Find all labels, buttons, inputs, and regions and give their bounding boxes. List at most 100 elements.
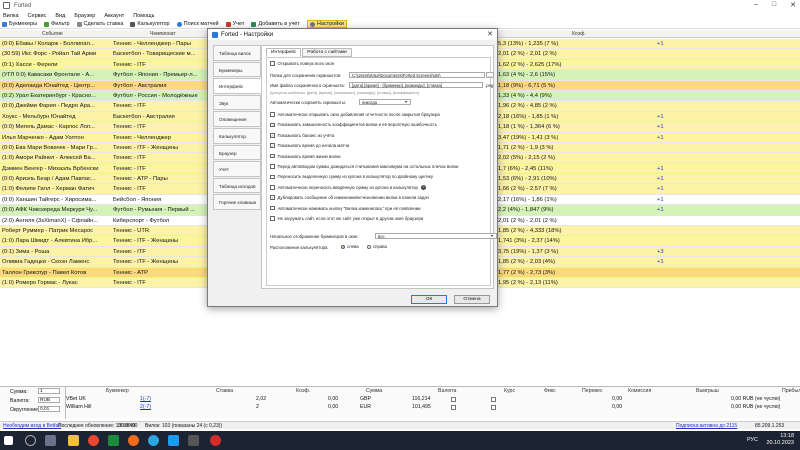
currency-value[interactable]: GBP <box>360 396 371 402</box>
task-view-icon[interactable] <box>45 435 56 446</box>
coefficients: 1,741 (3%) - 2,37 (14%) <box>498 238 560 245</box>
extra-forks-link[interactable]: +1 <box>657 197 664 203</box>
menu-item-view[interactable]: Вид <box>55 13 65 19</box>
option-checkbox[interactable]: Переносить выделенную сумму из купона в … <box>270 174 433 179</box>
coef-value[interactable]: 2,02 <box>256 396 266 402</box>
radio-right[interactable]: справа <box>367 244 387 249</box>
currency-select[interactable]: RUB <box>38 397 60 403</box>
folder-input[interactable]: C:\Users\Илья\Documents\Forted Screensho… <box>349 72 485 78</box>
firefox-icon[interactable] <box>128 435 139 446</box>
extra-forks-link[interactable]: +1 <box>657 135 664 141</box>
search-matches-button[interactable]: Поиск матчей <box>176 21 219 27</box>
tab-sites[interactable]: Работа с сайтами <box>302 48 352 57</box>
sum-value[interactable]: 0,00 <box>328 404 338 410</box>
language-indicator[interactable]: РУС <box>747 437 758 443</box>
settings-button[interactable]: Настройки <box>306 20 347 28</box>
settings-nav-item[interactable]: Учёт <box>213 161 261 177</box>
app-icon-blue[interactable] <box>168 435 179 446</box>
telegram-icon[interactable] <box>148 435 159 446</box>
app-icon-green[interactable] <box>108 435 119 446</box>
settings-nav-item[interactable]: Оповещения <box>213 111 261 127</box>
extra-forks-link[interactable]: +1 <box>657 124 664 130</box>
menu-item-help[interactable]: Помощь <box>133 13 154 19</box>
calc-checkbox[interactable] <box>451 405 456 410</box>
radio-left[interactable]: слева <box>341 244 359 249</box>
settings-nav-item[interactable]: Браузер <box>213 144 261 161</box>
bookmakers-button[interactable]: Букмекеры <box>2 21 37 27</box>
extra-forks-link[interactable]: +1 <box>657 259 664 265</box>
option-label: Не загружать сайт, если этот же сайт уже… <box>277 216 424 221</box>
sum-input[interactable]: 1 <box>38 388 60 394</box>
clock[interactable]: 13:18 20.10.2023 <box>766 433 794 447</box>
start-icon[interactable] <box>4 436 13 445</box>
settings-nav-item[interactable]: Калькулятор <box>213 127 261 144</box>
menu-item-browser[interactable]: Браузер <box>74 13 95 19</box>
settings-nav-item[interactable]: Звук <box>213 94 261 111</box>
initial-display-select[interactable]: все <box>375 233 497 239</box>
search-icon <box>176 21 182 27</box>
menu-item-service[interactable]: Сервис <box>28 13 47 19</box>
cancel-button[interactable]: Отмена <box>454 295 490 304</box>
col-coef[interactable]: Коэф. <box>572 31 586 37</box>
col-event[interactable]: Событие <box>42 31 63 37</box>
bookmakers-icon <box>2 21 7 27</box>
extra-forks-link[interactable]: +1 <box>657 207 664 213</box>
browse-button[interactable]: ... <box>486 72 494 78</box>
help-icon[interactable]: ? <box>420 184 426 190</box>
calc-checkbox[interactable] <box>491 405 496 410</box>
minimize-icon[interactable]: – <box>754 1 758 9</box>
extra-forks-link[interactable]: +3 <box>657 249 664 255</box>
settings-nav-item[interactable]: Интерфейс <box>213 78 261 94</box>
option-checkbox[interactable]: Не загружать сайт, если этот же сайт уже… <box>270 216 423 221</box>
filter-button[interactable]: Фильтр <box>44 21 70 27</box>
menu-item-fork[interactable]: Вилка <box>3 13 19 19</box>
explorer-icon[interactable] <box>68 435 79 446</box>
account-button[interactable]: Учет <box>225 21 244 27</box>
ok-button[interactable]: ОК <box>411 295 447 304</box>
bet-link[interactable]: 2(-7) <box>140 404 151 410</box>
settings-nav-item[interactable]: Таблица вилок <box>213 45 261 61</box>
betfair-login-link[interactable]: Необходим вход в Betfair <box>3 423 61 429</box>
sum-value[interactable]: 0,00 <box>328 396 338 402</box>
coef-value[interactable]: 2 <box>256 404 259 410</box>
settings-nav-item[interactable]: Горячие клавиши <box>213 194 261 210</box>
option-checkbox[interactable]: ✓ Показывать завышенность коэффициентов в… <box>270 122 437 127</box>
option-checkbox[interactable]: Автоматически открывать окно добавления … <box>270 112 440 117</box>
option-checkbox[interactable]: Перед автовводом суммы дожидаться считыв… <box>270 164 458 169</box>
make-bet-button[interactable]: Сделать ставка <box>76 21 123 27</box>
extra-forks-link[interactable]: +1 <box>657 114 664 120</box>
app-icon-dark[interactable] <box>188 435 199 446</box>
extra-forks-link[interactable]: +1 <box>657 176 664 182</box>
filename-input[interactable]: [дата] [время] - [букмекер], [команды], … <box>349 82 483 88</box>
calc-checkbox[interactable] <box>491 397 496 402</box>
option-checkbox[interactable]: ✓ Дублировать сообщение об изменении/исче… <box>270 195 429 200</box>
bet-link[interactable]: 1(-7) <box>140 396 151 402</box>
option-checkbox[interactable]: Автоматически нажимать кнопку "Вилка изм… <box>270 206 421 211</box>
extra-forks-link[interactable]: +1 <box>657 186 664 192</box>
open-over-checkbox[interactable]: Открывать поверх всех окон <box>270 61 334 66</box>
add-to-account-button[interactable]: Добавить в учёт <box>251 21 300 27</box>
maximize-icon[interactable]: □ <box>772 1 776 9</box>
option-checkbox[interactable]: ✓ Показывать время жизни вилки <box>270 154 341 159</box>
currency-value[interactable]: EUR <box>360 404 371 410</box>
autosave-select[interactable]: никогда <box>359 99 411 105</box>
search-icon[interactable] <box>25 435 36 446</box>
menu-item-account[interactable]: Аккаунт <box>104 13 124 19</box>
subscription-link[interactable]: Подписка:активна до 2115 <box>676 423 737 429</box>
calculator-button[interactable]: Калькулятор <box>130 21 170 27</box>
record-icon[interactable] <box>210 435 221 446</box>
settings-nav-item[interactable]: Таблица исходов <box>213 177 261 194</box>
extra-forks-link[interactable]: +1 <box>657 166 664 172</box>
option-checkbox[interactable]: ✓ Показывать баланс из учёта <box>270 133 334 138</box>
option-checkbox[interactable]: Автоматически переносить введённую сумму… <box>270 184 426 190</box>
dialog-close-icon[interactable]: ✕ <box>487 30 493 38</box>
extra-forks-link[interactable]: +1 <box>657 41 664 47</box>
close-icon[interactable]: ✕ <box>790 1 796 9</box>
option-checkbox[interactable]: ✓ Показывать время до начала матча <box>270 143 349 148</box>
chrome-icon[interactable] <box>88 435 99 446</box>
settings-nav-item[interactable]: Букмекеры <box>213 61 261 78</box>
col-championship[interactable]: Чемпионат <box>150 31 176 37</box>
tab-interface[interactable]: Интерфейс <box>266 48 302 57</box>
calc-checkbox[interactable] <box>451 397 456 402</box>
round-input[interactable]: 0,01 <box>38 406 60 412</box>
